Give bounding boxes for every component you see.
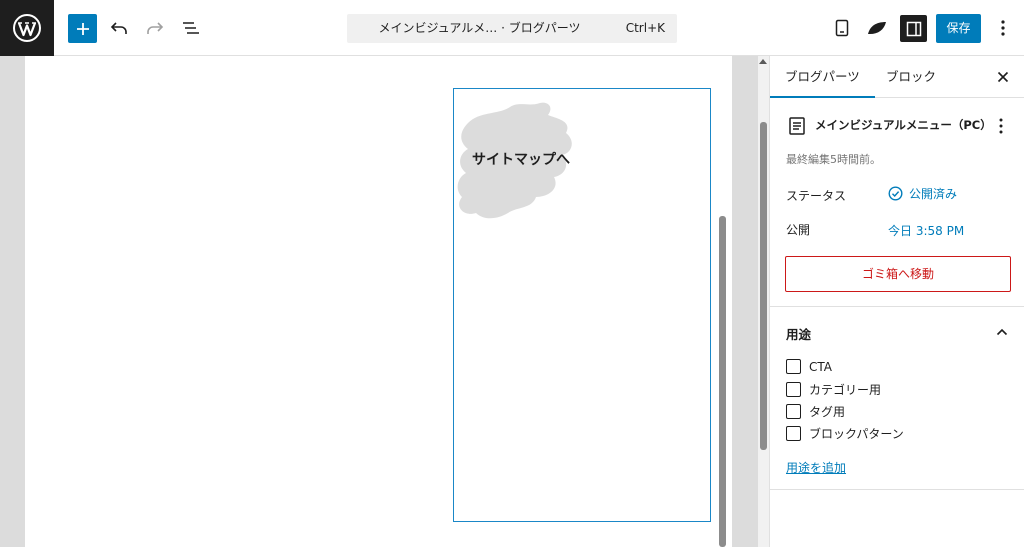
options-menu-button[interactable] xyxy=(991,16,1015,40)
preview-button[interactable] xyxy=(830,16,854,40)
status-value-button[interactable]: 公開済み xyxy=(888,185,957,202)
last-edited-text: 最終編集5時間前。 xyxy=(786,153,881,166)
list-view-icon xyxy=(183,22,199,34)
editor-app: メインビジュアルメ… · ブログパーツ Ctrl+K 保存 サイトマップへ ブロ… xyxy=(0,0,1024,547)
sidebar-icon xyxy=(906,21,921,36)
checkbox[interactable] xyxy=(786,359,801,374)
usage-option-block-pattern[interactable]: ブロックパターン xyxy=(786,425,904,442)
redo-icon xyxy=(147,22,164,34)
publish-date-button[interactable]: 今日 3:58 PM xyxy=(888,222,964,239)
leaf-icon xyxy=(868,22,886,34)
document-icon xyxy=(789,117,805,135)
move-to-trash-button[interactable]: ゴミ箱へ移動 xyxy=(785,256,1011,292)
settings-sidebar: ブログパーツ ブロック メインビジュアルメニュー（PC） 最終編集5時間前。 ス… xyxy=(769,56,1024,547)
selected-block[interactable]: サイトマップへ xyxy=(453,88,711,522)
post-summary-panel: メインビジュアルメニュー（PC） 最終編集5時間前。 ステータス 公開済み 公開… xyxy=(770,99,1024,307)
usage-heading[interactable]: 用途 xyxy=(786,324,811,343)
device-preview-icon xyxy=(835,19,849,37)
status-label: ステータス xyxy=(786,189,847,203)
editor-canvas[interactable]: サイトマップへ xyxy=(25,56,732,547)
tab-blog-parts[interactable]: ブログパーツ xyxy=(770,56,875,98)
post-title: メインビジュアルメニュー（PC） xyxy=(815,118,992,132)
chevron-up-icon[interactable] xyxy=(995,325,1009,339)
check-circle-icon xyxy=(888,186,903,201)
document-title: メインビジュアルメ… · ブログパーツ xyxy=(378,21,581,35)
undo-button[interactable] xyxy=(107,16,131,40)
scroll-up-icon[interactable] xyxy=(759,59,767,64)
status-value: 公開済み xyxy=(909,187,958,201)
option-label: ブロックパターン xyxy=(809,427,904,441)
undo-icon xyxy=(110,22,127,34)
option-label: カテゴリー用 xyxy=(809,383,882,397)
usage-option-tag[interactable]: タグ用 xyxy=(786,403,845,420)
document-overview-button[interactable] xyxy=(179,16,203,40)
editor-scrollbar[interactable] xyxy=(758,56,769,547)
command-shortcut: Ctrl+K xyxy=(625,21,665,35)
publish-label: 公開 xyxy=(786,223,811,237)
add-block-button[interactable] xyxy=(68,14,97,43)
canvas-scrollbar-thumb[interactable] xyxy=(719,216,726,547)
top-toolbar: メインビジュアルメ… · ブログパーツ Ctrl+K 保存 xyxy=(0,0,1024,56)
settings-toggle-button[interactable] xyxy=(900,15,927,42)
more-vertical-icon[interactable] xyxy=(993,116,1009,136)
usage-option-cta[interactable]: CTA xyxy=(786,359,832,374)
save-button[interactable]: 保存 xyxy=(936,14,981,43)
usage-panel: 用途 CTA カテゴリー用 タグ用 ブロックパターン 用途を追加 xyxy=(770,308,1024,490)
close-icon[interactable] xyxy=(995,69,1011,85)
redo-button[interactable] xyxy=(143,16,167,40)
sitemap-link-text[interactable]: サイトマップへ xyxy=(472,149,570,169)
usage-option-category[interactable]: カテゴリー用 xyxy=(786,381,881,398)
more-vertical-icon xyxy=(1001,20,1005,36)
sidebar-tabs: ブログパーツ ブロック xyxy=(770,56,1024,98)
checkbox[interactable] xyxy=(786,426,801,441)
plus-icon xyxy=(76,22,89,35)
option-label: CTA xyxy=(809,359,832,374)
styles-button[interactable] xyxy=(865,16,889,40)
editor-canvas-area: サイトマップへ xyxy=(0,56,769,547)
checkbox[interactable] xyxy=(786,382,801,397)
option-label: タグ用 xyxy=(809,405,846,419)
canvas-gutter xyxy=(732,56,758,547)
wordpress-logo-icon[interactable] xyxy=(0,0,54,56)
checkbox[interactable] xyxy=(786,404,801,419)
add-usage-link[interactable]: 用途を追加 xyxy=(786,459,846,476)
document-title-bar[interactable]: メインビジュアルメ… · ブログパーツ Ctrl+K xyxy=(347,14,677,43)
tab-block[interactable]: ブロック xyxy=(871,56,951,98)
editor-scrollbar-thumb[interactable] xyxy=(760,122,767,450)
